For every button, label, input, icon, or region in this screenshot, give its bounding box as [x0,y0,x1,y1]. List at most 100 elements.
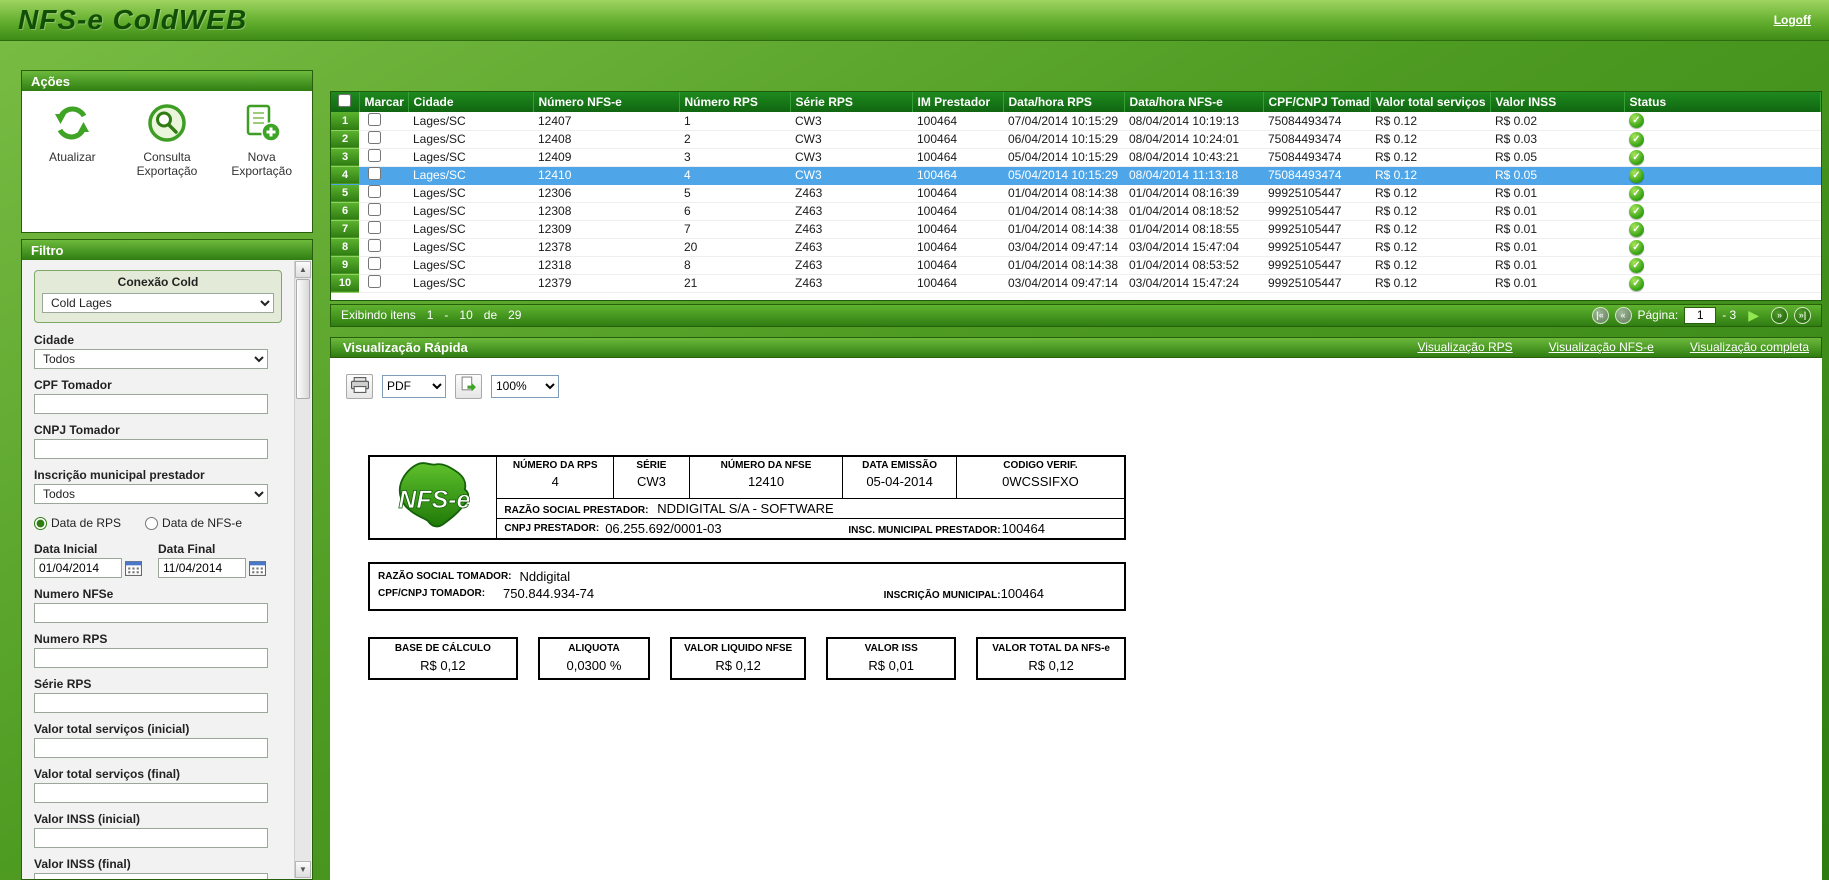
end-date-input[interactable] [158,558,246,578]
cell-valor-inss: R$ 0.01 [1490,184,1624,202]
city-select[interactable]: Todos [34,349,268,369]
nfse-number-input[interactable] [34,603,268,623]
cell-numero-rps: 1 [679,112,790,130]
scroll-down-icon[interactable]: ▼ [295,861,311,878]
date-range: Data Inicial [34,534,282,578]
items-to: 10 [459,308,472,322]
municipal-registration-select[interactable]: Todos [34,484,268,504]
cell-data-nfse: 08/04/2014 10:24:01 [1124,130,1263,148]
export-button[interactable] [455,374,482,399]
invoice-total-label: VALOR ISS [832,643,950,654]
cell-valor-total: R$ 0.12 [1370,220,1490,238]
cold-connection-select[interactable]: Cold Lages [42,293,274,313]
row-checkbox[interactable] [368,167,381,180]
filter-panel-title: Filtro [21,239,313,260]
cell-im-prestador: 100464 [912,274,1003,292]
cpf-tomador-input[interactable] [34,394,268,414]
total-value-end-input[interactable] [34,783,268,803]
select-all-checkbox[interactable] [338,94,351,107]
radio-data-rps-input[interactable] [34,517,47,530]
row-checkbox[interactable] [368,275,381,288]
row-checkbox[interactable] [368,149,381,162]
cell-data-rps: 07/04/2014 10:15:29 [1003,112,1124,130]
go-page-icon[interactable]: ▶ [1748,307,1759,324]
refresh-button-label: Atualizar [49,150,96,164]
cell-numero-nfse: 12318 [533,256,679,274]
row-checkbox[interactable] [368,239,381,252]
table-row[interactable]: 1 Lages/SC 12407 1 CW3 100464 07/04/2014… [331,112,1821,130]
cell-data-nfse: 01/04/2014 08:18:55 [1124,220,1263,238]
table-row[interactable]: 6 Lages/SC 12308 6 Z463 100464 01/04/201… [331,202,1821,220]
format-select[interactable]: PDF [382,375,446,398]
cnpj-tomador-input[interactable] [34,439,268,459]
start-date-calendar-icon[interactable] [125,560,142,576]
rps-number-input[interactable] [34,648,268,668]
rps-series-input[interactable] [34,693,268,713]
row-checkbox[interactable] [368,185,381,198]
row-number: 10 [331,274,359,292]
row-checkbox[interactable] [368,131,381,144]
cell-cidade: Lages/SC [408,184,533,202]
cell-valor-total: R$ 0.12 [1370,130,1490,148]
table-row[interactable]: 7 Lages/SC 12309 7 Z463 100464 01/04/201… [331,220,1821,238]
radio-data-nfse[interactable]: Data de NFS-e [145,516,242,530]
radio-data-rps[interactable]: Data de RPS [34,516,121,530]
scrollbar-thumb[interactable] [296,279,310,399]
prestador-cnpj-value: 06.255.692/0001-03 [605,521,721,536]
cell-im-prestador: 100464 [912,238,1003,256]
link-visualizacao-completa[interactable]: Visualização completa [1690,340,1809,354]
last-page-icon[interactable]: »| [1794,307,1811,324]
showing-items-label: Exibindo itens [341,308,416,322]
prestador-cnpj-label: CNPJ PRESTADOR: [504,523,599,534]
invoice-tomador-box: RAZÃO SOCIAL TOMADOR: Nddigital CPF/CNPJ… [368,562,1126,611]
table-row[interactable]: 8 Lages/SC 12378 20 Z463 100464 03/04/20… [331,238,1821,256]
row-checkbox[interactable] [368,257,381,270]
row-checkbox[interactable] [368,221,381,234]
new-export-button[interactable]: Nova Exportação [219,103,304,178]
first-page-icon[interactable]: |« [1592,307,1609,324]
filter-scrollbar[interactable]: ▲ ▼ [294,261,311,878]
export-search-button[interactable]: Consulta Exportação [125,103,210,178]
prev-page-icon[interactable]: « [1615,307,1632,324]
next-page-icon[interactable]: » [1771,307,1788,324]
row-checkbox[interactable] [368,113,381,126]
results-grid: Marcar Cidade Número NFS-e Número RPS Sé… [330,91,1822,301]
printer-icon [351,377,369,396]
scroll-up-icon[interactable]: ▲ [295,261,311,278]
cell-serie-rps: CW3 [790,166,912,184]
cell-data-rps: 05/04/2014 10:15:29 [1003,166,1124,184]
cell-data-rps: 01/04/2014 08:14:38 [1003,220,1124,238]
items-de-label: de [484,308,497,322]
cold-connection-group: Conexão Cold Cold Lages [34,270,282,323]
refresh-icon [52,103,92,146]
col-header-data-nfse: Data/hora NFS-e [1124,92,1263,112]
cell-cpf-cnpj: 99925105447 [1263,202,1370,220]
radio-data-nfse-input[interactable] [145,517,158,530]
table-row[interactable]: 5 Lages/SC 12306 5 Z463 100464 01/04/201… [331,184,1821,202]
table-row[interactable]: 9 Lages/SC 12318 8 Z463 100464 01/04/201… [331,256,1821,274]
logoff-link[interactable]: Logoff [1774,13,1811,27]
table-row[interactable]: 10 Lages/SC 12379 21 Z463 100464 03/04/2… [331,274,1821,292]
cell-data-nfse: 08/04/2014 10:43:21 [1124,148,1263,166]
end-date-calendar-icon[interactable] [249,560,266,576]
table-row[interactable]: 2 Lages/SC 12408 2 CW3 100464 06/04/2014… [331,130,1821,148]
row-checkbox[interactable] [368,203,381,216]
invoice-head-label: DATA EMISSÃO [847,460,952,471]
table-row[interactable]: 4 Lages/SC 12410 4 CW3 100464 05/04/2014… [331,166,1821,184]
link-visualizacao-nfse[interactable]: Visualização NFS-e [1549,340,1654,354]
page-input[interactable] [1684,307,1716,324]
tomador-cpf-label: CPF/CNPJ TOMADOR: [378,588,485,599]
inss-value-end-input[interactable] [34,873,268,880]
print-button[interactable] [346,374,373,399]
refresh-button[interactable]: Atualizar [30,103,115,164]
start-date-input[interactable] [34,558,122,578]
main-area: Marcar Cidade Número NFS-e Número RPS Sé… [330,70,1822,880]
row-checkbox-cell [359,238,408,256]
invoice-head-cell: NÚMERO DA RPS 4 [497,456,614,499]
inss-value-start-input[interactable] [34,828,268,848]
link-visualizacao-rps[interactable]: Visualização RPS [1417,340,1512,354]
cell-im-prestador: 100464 [912,202,1003,220]
total-value-start-input[interactable] [34,738,268,758]
table-row[interactable]: 3 Lages/SC 12409 3 CW3 100464 05/04/2014… [331,148,1821,166]
zoom-select[interactable]: 100% [491,375,559,398]
